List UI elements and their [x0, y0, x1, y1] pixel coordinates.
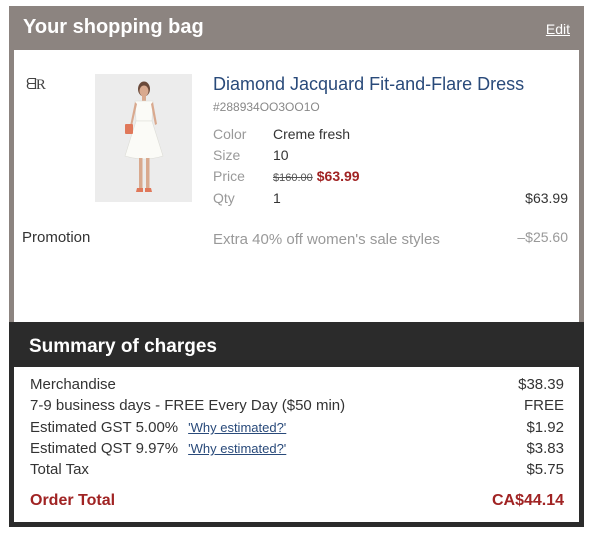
- size-value: 10: [273, 147, 289, 163]
- why-estimated-qst-link[interactable]: 'Why estimated?': [188, 441, 286, 456]
- summary-body: Merchandise $38.39 7-9 business days - F…: [14, 367, 579, 522]
- qty-value: 1: [273, 190, 281, 206]
- summary-title: Summary of charges: [29, 336, 217, 357]
- summary-row-value: $3.83: [526, 440, 564, 457]
- summary-of-charges-panel: Summary of charges Merchandise $38.39 7-…: [9, 322, 584, 527]
- summary-row-value: $1.92: [526, 419, 564, 436]
- summary-row-label: Estimated GST 5.00% 'Why estimated?': [30, 419, 286, 436]
- shopping-bag-header: Your shopping bag Edit: [9, 6, 584, 50]
- shopping-bag-title: Your shopping bag: [23, 16, 204, 38]
- color-label: Color: [213, 126, 247, 142]
- why-estimated-gst-link[interactable]: 'Why estimated?': [188, 420, 286, 435]
- summary-row-gst: Estimated GST 5.00% 'Why estimated?' $1.9…: [30, 419, 564, 439]
- order-total-label: Order Total: [30, 492, 116, 509]
- product-sku: #288934OO3OO1O: [213, 100, 320, 114]
- promotion-description: Extra 40% off women's sale styles: [213, 231, 440, 248]
- dress-model-illustration: [95, 74, 192, 202]
- summary-row-merchandise: Merchandise $38.39: [30, 376, 564, 396]
- price-value: $160.00 $63.99: [273, 168, 360, 184]
- bag-item-area: ᗺR Diamond Jacquard Fit-and-Flare Dress …: [14, 50, 579, 322]
- summary-row-value: $38.39: [518, 376, 564, 393]
- summary-row-label: 7-9 business days - FREE Every Day ($50 …: [30, 397, 346, 414]
- qst-label: Estimated QST 9.97%: [30, 440, 179, 457]
- summary-row-total-tax: Total Tax $5.75: [30, 461, 564, 481]
- summary-row-label: Total Tax: [30, 461, 89, 478]
- brand-logo: ᗺR: [26, 77, 46, 93]
- order-total-row: Order Total CA$44.14: [30, 492, 564, 512]
- summary-row-label: Estimated QST 9.97% 'Why estimated?': [30, 440, 286, 457]
- sale-price: $63.99: [316, 168, 360, 184]
- summary-row-qst: Estimated QST 9.97% 'Why estimated?' $3.8…: [30, 440, 564, 460]
- line-item-total: $63.99: [525, 190, 568, 206]
- order-total-value: CA$44.14: [491, 492, 564, 509]
- product-image[interactable]: [95, 74, 192, 202]
- summary-row-value: FREE: [523, 397, 564, 414]
- qty-label: Qty: [213, 190, 235, 206]
- original-price: $160.00: [273, 172, 313, 184]
- shopping-bag-panel: Your shopping bag Edit ᗺR Diamond Jacqua…: [9, 6, 584, 322]
- summary-row-value: $5.75: [526, 461, 564, 478]
- product-name-link[interactable]: Diamond Jacquard Fit-and-Flare Dress: [213, 74, 524, 95]
- promotion-amount: –$25.60: [517, 229, 568, 245]
- price-label: Price: [213, 168, 245, 184]
- size-label: Size: [213, 147, 241, 163]
- gst-label: Estimated GST 5.00%: [30, 419, 179, 436]
- edit-bag-link[interactable]: Edit: [546, 21, 570, 37]
- summary-row-label: Merchandise: [30, 376, 116, 393]
- promotion-label: Promotion: [22, 229, 91, 246]
- color-value: Creme fresh: [273, 126, 351, 142]
- summary-row-shipping: 7-9 business days - FREE Every Day ($50 …: [30, 397, 564, 417]
